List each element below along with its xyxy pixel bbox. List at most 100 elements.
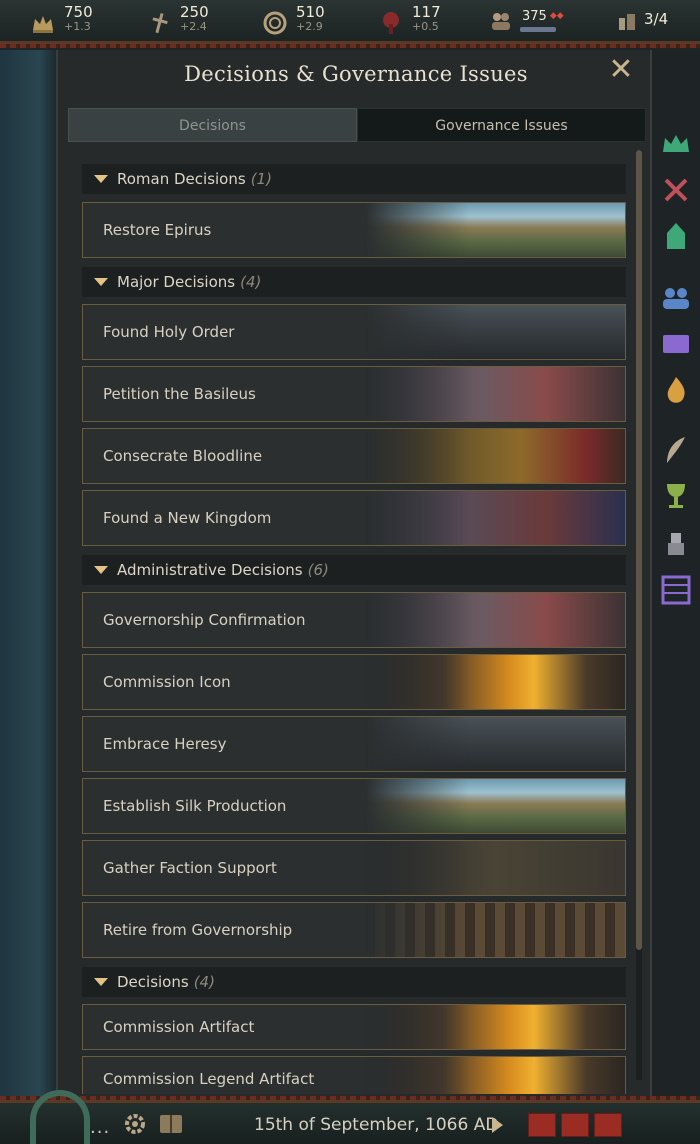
decision-illustration: [365, 1005, 625, 1049]
dynasty-value: 117: [412, 3, 441, 21]
domain-resource[interactable]: 3/4: [616, 4, 668, 32]
category-title: Major Decisions: [117, 273, 236, 291]
category-count: (4): [240, 273, 262, 291]
sidebar-chalice-button[interactable]: [660, 480, 692, 512]
decision-item[interactable]: Gather Faction Support: [82, 840, 626, 896]
piety-delta: +2.4: [180, 20, 207, 33]
category-count: (4): [193, 973, 215, 991]
army-icon: [492, 13, 510, 30]
decision-item[interactable]: Retire from Governorship: [82, 902, 626, 958]
decision-item[interactable]: Found Holy Order: [82, 304, 626, 360]
prestige-resource[interactable]: 510 +2.9: [262, 4, 325, 36]
domain-value: 3/4: [644, 10, 669, 28]
crown-icon: [663, 135, 689, 152]
more-menu-button[interactable]: ...: [90, 1117, 110, 1138]
flame-icon: [667, 377, 685, 403]
decision-item[interactable]: Petition the Basileus: [82, 366, 626, 422]
tab-governance-issues[interactable]: Governance Issues: [357, 108, 646, 142]
sidebar-military-button[interactable]: [660, 528, 692, 560]
sidebar-administration-button[interactable]: [660, 574, 692, 606]
category-title: Roman Decisions: [117, 170, 246, 188]
category-count: (1): [250, 170, 272, 188]
right-sidebar: [652, 50, 700, 1100]
sidebar-faith-button[interactable]: [660, 374, 692, 406]
gold-value: 750: [64, 3, 93, 21]
speed-button-2[interactable]: [561, 1113, 589, 1137]
army-bar: [520, 27, 556, 32]
decision-label: Commission Icon: [103, 673, 231, 691]
domain-icon: [619, 14, 635, 30]
abacus-icon: [661, 575, 691, 605]
category-title: Administrative Decisions: [117, 561, 303, 579]
tower-icon: [667, 223, 685, 249]
chalice-icon: [667, 484, 685, 508]
prestige-delta: +2.9: [296, 20, 323, 33]
gold-resource[interactable]: 750 +1.3: [30, 4, 93, 36]
decision-illustration: [365, 1057, 625, 1094]
category-header[interactable]: Decisions (4): [82, 967, 626, 997]
decision-item[interactable]: Commission Artifact: [82, 1004, 626, 1050]
gold-delta: +1.3: [64, 20, 91, 33]
piety-value: 250: [180, 3, 209, 21]
quill-icon: [667, 437, 685, 463]
play-icon[interactable]: [492, 1117, 503, 1133]
scroll-icon: [663, 335, 689, 353]
map-background: [0, 50, 56, 1100]
sidebar-war-button[interactable]: [660, 174, 692, 206]
panel-title: Decisions & Governance Issues: [184, 62, 528, 86]
decision-label: Gather Faction Support: [103, 859, 277, 877]
sidebar-intrigue-button[interactable]: [660, 328, 692, 360]
decision-illustration: [365, 717, 625, 771]
game-date: 15th of September, 1066 AD: [254, 1115, 499, 1135]
scrollbar[interactable]: [636, 150, 642, 1080]
decision-item[interactable]: Found a New Kingdom: [82, 490, 626, 546]
sidebar-culture-button[interactable]: [660, 434, 692, 466]
piety-resource[interactable]: 250 +2.4: [146, 4, 209, 36]
caret-down-icon: [94, 566, 108, 574]
army-value: 375: [522, 9, 547, 24]
decision-illustration: [365, 367, 625, 421]
speed-button-1[interactable]: [528, 1113, 556, 1137]
scroll-thumb[interactable]: [636, 150, 642, 950]
decision-illustration: [365, 305, 625, 359]
decision-item[interactable]: Governorship Confirmation: [82, 592, 626, 648]
decision-label: Found Holy Order: [103, 323, 235, 341]
decision-list: Roman Decisions (1) Restore Epirus Major…: [82, 164, 626, 1094]
sidebar-tower-button[interactable]: [660, 220, 692, 252]
category-header[interactable]: Roman Decisions (1): [82, 164, 626, 194]
decision-label: Found a New Kingdom: [103, 509, 272, 527]
dynasty-resource[interactable]: 117 +0.5: [378, 4, 441, 36]
decision-item[interactable]: Embrace Heresy: [82, 716, 626, 772]
decision-label: Commission Artifact: [103, 1018, 255, 1036]
decision-label: Petition the Basileus: [103, 385, 256, 403]
close-button[interactable]: ✕: [606, 55, 636, 86]
crown-icon: [33, 16, 53, 33]
tab-bar: Decisions Governance Issues: [68, 108, 646, 142]
close-icon: ✕: [608, 52, 634, 87]
decision-label: Commission Legend Artifact: [103, 1070, 315, 1088]
decision-label: Embrace Heresy: [103, 735, 227, 753]
decision-illustration: [365, 593, 625, 647]
gear-icon[interactable]: [122, 1111, 148, 1137]
decision-item[interactable]: Establish Silk Production: [82, 778, 626, 834]
decision-item[interactable]: Restore Epirus: [82, 202, 626, 258]
council-icon: [663, 288, 689, 309]
decision-item[interactable]: Consecrate Bloodline: [82, 428, 626, 484]
crossed-swords-icon: [664, 178, 688, 202]
book-icon[interactable]: [158, 1112, 184, 1136]
caret-down-icon: [94, 175, 108, 183]
category-header[interactable]: Administrative Decisions (6): [82, 555, 626, 585]
diamond-icon: ◆◆: [549, 11, 564, 21]
cross-icon: [152, 13, 168, 34]
decision-item[interactable]: Commission Legend Artifact: [82, 1056, 626, 1094]
sidebar-crown-button[interactable]: [660, 128, 692, 160]
category-header[interactable]: Major Decisions (4): [82, 267, 626, 297]
serpent-ornament: [30, 1090, 90, 1144]
prestige-icon: [263, 11, 287, 35]
speed-button-3[interactable]: [594, 1113, 622, 1137]
decision-item[interactable]: Commission Icon: [82, 654, 626, 710]
tree-icon: [383, 12, 399, 34]
sidebar-council-button[interactable]: [660, 282, 692, 314]
caret-down-icon: [94, 278, 108, 286]
tab-decisions[interactable]: Decisions: [68, 108, 357, 142]
